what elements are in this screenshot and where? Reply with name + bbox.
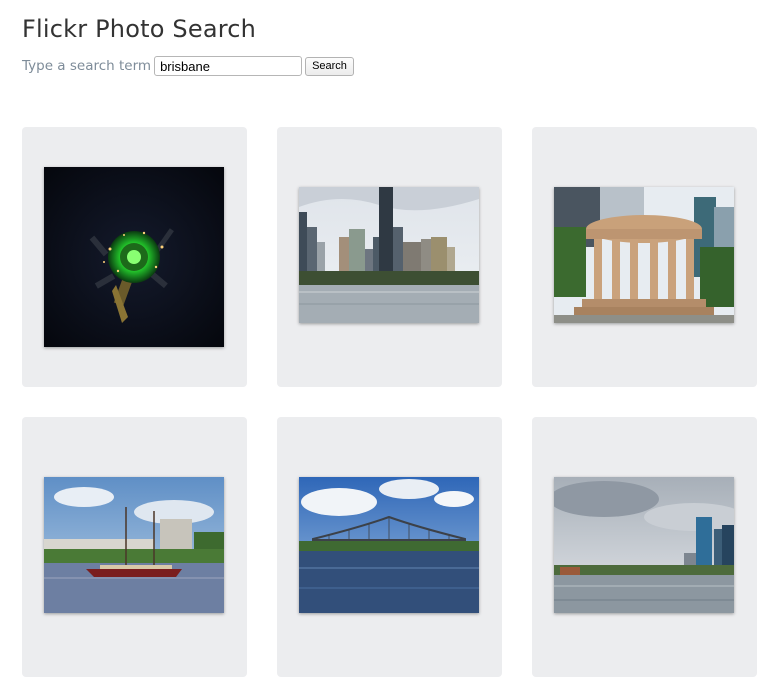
photo-card[interactable] [277, 127, 502, 387]
tiny-planet-night-photo[interactable] [44, 167, 224, 347]
photo-card[interactable] [532, 417, 757, 677]
search-bar: Type a search term Search [22, 55, 354, 77]
photo-card[interactable] [22, 417, 247, 677]
search-input[interactable] [154, 56, 303, 76]
search-label: Type a search term [22, 58, 152, 74]
tall-ship-river-photo[interactable] [44, 477, 224, 613]
river-towers-photo[interactable] [554, 477, 734, 613]
search-button[interactable]: Search [305, 56, 354, 76]
memorial-rotunda-photo[interactable] [554, 187, 734, 323]
photo-card[interactable] [22, 127, 247, 387]
page-title: Flickr Photo Search [22, 15, 257, 43]
story-bridge-photo[interactable] [299, 477, 479, 613]
photo-card[interactable] [532, 127, 757, 387]
photo-card[interactable] [277, 417, 502, 677]
river-skyline-photo[interactable] [299, 187, 479, 323]
